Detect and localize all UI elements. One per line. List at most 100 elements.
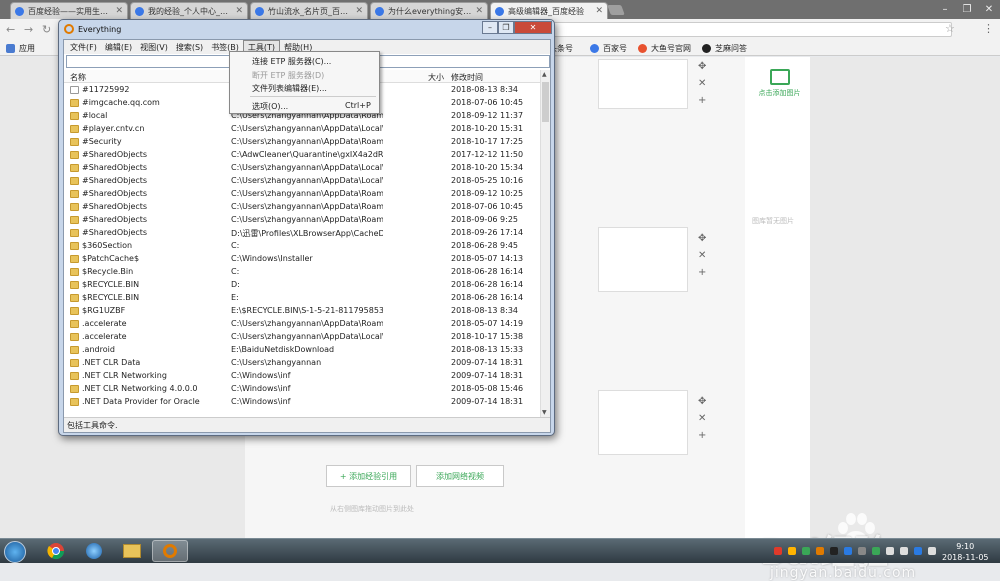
result-row[interactable]: $RECYCLE.BIN D: 2018-06-28 16:14 [64, 279, 540, 292]
image-slot[interactable] [598, 390, 688, 455]
results-scrollbar[interactable]: ▲ ▼ [540, 70, 550, 417]
close-icon[interactable]: ✕ [595, 6, 603, 16]
scroll-up-icon[interactable]: ▲ [542, 71, 547, 78]
menu-item-filelist-editor[interactable]: 文件列表编辑器(E)... [252, 83, 327, 94]
network-icon[interactable] [886, 547, 894, 555]
start-button[interactable] [4, 541, 26, 563]
back-icon[interactable]: ← [6, 23, 15, 36]
new-tab-button[interactable] [607, 5, 625, 15]
browser-tab-1[interactable]: 百度经验——实用生活指 ✕ [10, 2, 128, 19]
bookmark-dayu[interactable]: 大鱼号官网 [638, 43, 691, 54]
bookmark-star-icon[interactable]: ☆ [945, 22, 955, 35]
tray-app-icon[interactable] [816, 547, 824, 555]
maximize-icon[interactable]: ❐ [956, 0, 978, 18]
scroll-down-icon[interactable]: ▼ [542, 409, 547, 416]
result-row[interactable]: #Security C:\Users\zhangyannan\AppData\Ro… [64, 136, 540, 149]
tray-app-icon[interactable] [802, 547, 810, 555]
tray-app-icon[interactable] [788, 547, 796, 555]
minimize-icon[interactable]: – [934, 0, 956, 18]
result-row[interactable]: .accelerate C:\Users\zhangyannan\AppData\… [64, 318, 540, 331]
bookmark-baijia[interactable]: 百家号 [590, 43, 627, 54]
tray-app-icon[interactable] [844, 547, 852, 555]
result-row[interactable]: .accelerate C:\Users\zhangyannan\AppData\… [64, 331, 540, 344]
result-row[interactable]: .NET CLR Networking C:\Windows\inf 2009-07… [64, 370, 540, 383]
result-row[interactable]: .android E:\BaiduNetdiskDownload 2018-08-1… [64, 344, 540, 357]
reload-icon[interactable]: ↻ [42, 23, 51, 36]
close-icon[interactable]: ✕ [235, 6, 243, 16]
folder-icon [70, 229, 79, 237]
column-date[interactable]: 修改时间 [451, 72, 483, 83]
tray-app-icon[interactable] [774, 547, 782, 555]
result-row[interactable]: #SharedObjects C:\Users\zhangyannan\AppDa… [64, 188, 540, 201]
taskbar-explorer[interactable] [114, 540, 150, 562]
browser-tab-3[interactable]: 竹山流水_名片页_百度经 ✕ [250, 2, 368, 19]
chrome-icon [47, 543, 65, 560]
result-row[interactable]: #SharedObjects C:\AdwCleaner\Quarantine\g… [64, 149, 540, 162]
result-row[interactable]: $PatchCache$ C:\Windows\Installer 2018-05-… [64, 253, 540, 266]
menu-search[interactable]: 搜索(S) [172, 41, 207, 54]
close-icon[interactable]: ✕ [475, 6, 483, 16]
tray-app-icon[interactable] [872, 547, 880, 555]
forward-icon[interactable]: → [24, 23, 33, 36]
result-row[interactable]: $360Section C: 2018-06-28 9:45 [64, 240, 540, 253]
result-row[interactable]: #SharedObjects D:\迅雷\Profiles\XLBrowserAp… [64, 227, 540, 240]
menu-item-connect-etp[interactable]: 连接 ETP 服务器(C)... [252, 56, 331, 67]
tray-app-icon[interactable] [928, 547, 936, 555]
close-icon[interactable]: ✕ [115, 6, 123, 16]
browser-tab-5[interactable]: 高级编辑器_百度经验 ✕ [490, 2, 608, 19]
tray-app-icon[interactable] [858, 547, 866, 555]
result-path: C:\AdwCleaner\Quarantine\gxIX4a2dRE\... [231, 150, 383, 159]
menu-file[interactable]: 文件(F) [66, 41, 101, 54]
add-reference-button[interactable]: + 添加经验引用 [326, 465, 411, 487]
result-row[interactable]: .NET CLR Networking 4.0.0.0 C:\Windows\in… [64, 383, 540, 396]
result-row[interactable]: #SharedObjects C:\Users\zhangyannan\AppDa… [64, 214, 540, 227]
taskbar-clock[interactable]: 9:10 2018-11-05 [942, 541, 989, 563]
move-icon[interactable]: ✥ [698, 61, 706, 72]
add-icon[interactable]: + [698, 430, 706, 441]
image-slot[interactable] [598, 227, 688, 292]
add-icon[interactable]: + [698, 267, 706, 278]
everything-title-bar[interactable]: Everything [59, 20, 554, 38]
taskbar-chrome[interactable] [38, 540, 74, 562]
image-slot[interactable] [598, 59, 688, 109]
result-row[interactable]: $RG1UZBF E:\$RECYCLE.BIN\S-1-5-21-8117958… [64, 305, 540, 318]
result-row[interactable]: #SharedObjects C:\Users\zhangyannan\AppDa… [64, 201, 540, 214]
column-name[interactable]: 名称 [70, 72, 86, 83]
menu-edit[interactable]: 编辑(E) [101, 41, 136, 54]
column-size[interactable]: 大小 [428, 72, 444, 83]
close-icon[interactable]: ✕ [978, 0, 1000, 18]
result-row[interactable]: .NET Data Provider for Oracle C:\Windows\… [64, 396, 540, 409]
delete-icon[interactable]: ✕ [698, 250, 706, 261]
chrome-menu-icon[interactable]: ⋮ [983, 22, 994, 35]
result-row[interactable]: #SharedObjects C:\Users\zhangyannan\AppDa… [64, 175, 540, 188]
browser-tab-4[interactable]: 为什么everything安装了 ✕ [370, 2, 488, 19]
add-image-button[interactable]: 点击添加图片 [752, 65, 807, 113]
result-row[interactable]: #SharedObjects C:\Users\zhangyannan\AppDa… [64, 162, 540, 175]
close-icon[interactable]: ✕ [514, 21, 552, 34]
apps-bookmark[interactable]: 应用 [6, 43, 35, 54]
result-row[interactable]: #player.cntv.cn C:\Users\zhangyannan\AppD… [64, 123, 540, 136]
move-icon[interactable]: ✥ [698, 233, 706, 244]
tray-app-icon[interactable] [830, 547, 838, 555]
result-row[interactable]: .NET CLR Data C:\Users\zhangyannan 2009-07… [64, 357, 540, 370]
close-icon[interactable]: ✕ [355, 6, 363, 16]
bookmark-zhima[interactable]: 芝麻问答 [702, 43, 747, 54]
menu-item-options[interactable]: 选项(O)... [252, 101, 288, 112]
taskbar-browser[interactable] [76, 540, 112, 562]
delete-icon[interactable]: ✕ [698, 78, 706, 89]
tray-app-icon[interactable] [914, 547, 922, 555]
move-icon[interactable]: ✥ [698, 396, 706, 407]
maximize-icon[interactable]: ❐ [498, 21, 514, 34]
minimize-icon[interactable]: – [482, 21, 498, 34]
taskbar-everything[interactable] [152, 540, 188, 562]
volume-icon[interactable] [900, 547, 908, 555]
step-tools: ✥ ✕ + [698, 233, 706, 278]
browser-tab-2[interactable]: 我的经验_个人中心_百度 ✕ [130, 2, 248, 19]
menu-view[interactable]: 视图(V) [136, 41, 172, 54]
scroll-thumb[interactable] [542, 82, 549, 122]
add-icon[interactable]: + [698, 95, 706, 106]
add-video-button[interactable]: 添加网络视频 [416, 465, 504, 487]
result-row[interactable]: $RECYCLE.BIN E: 2018-06-28 16:14 [64, 292, 540, 305]
delete-icon[interactable]: ✕ [698, 413, 706, 424]
result-row[interactable]: $Recycle.Bin C: 2018-06-28 16:14 [64, 266, 540, 279]
